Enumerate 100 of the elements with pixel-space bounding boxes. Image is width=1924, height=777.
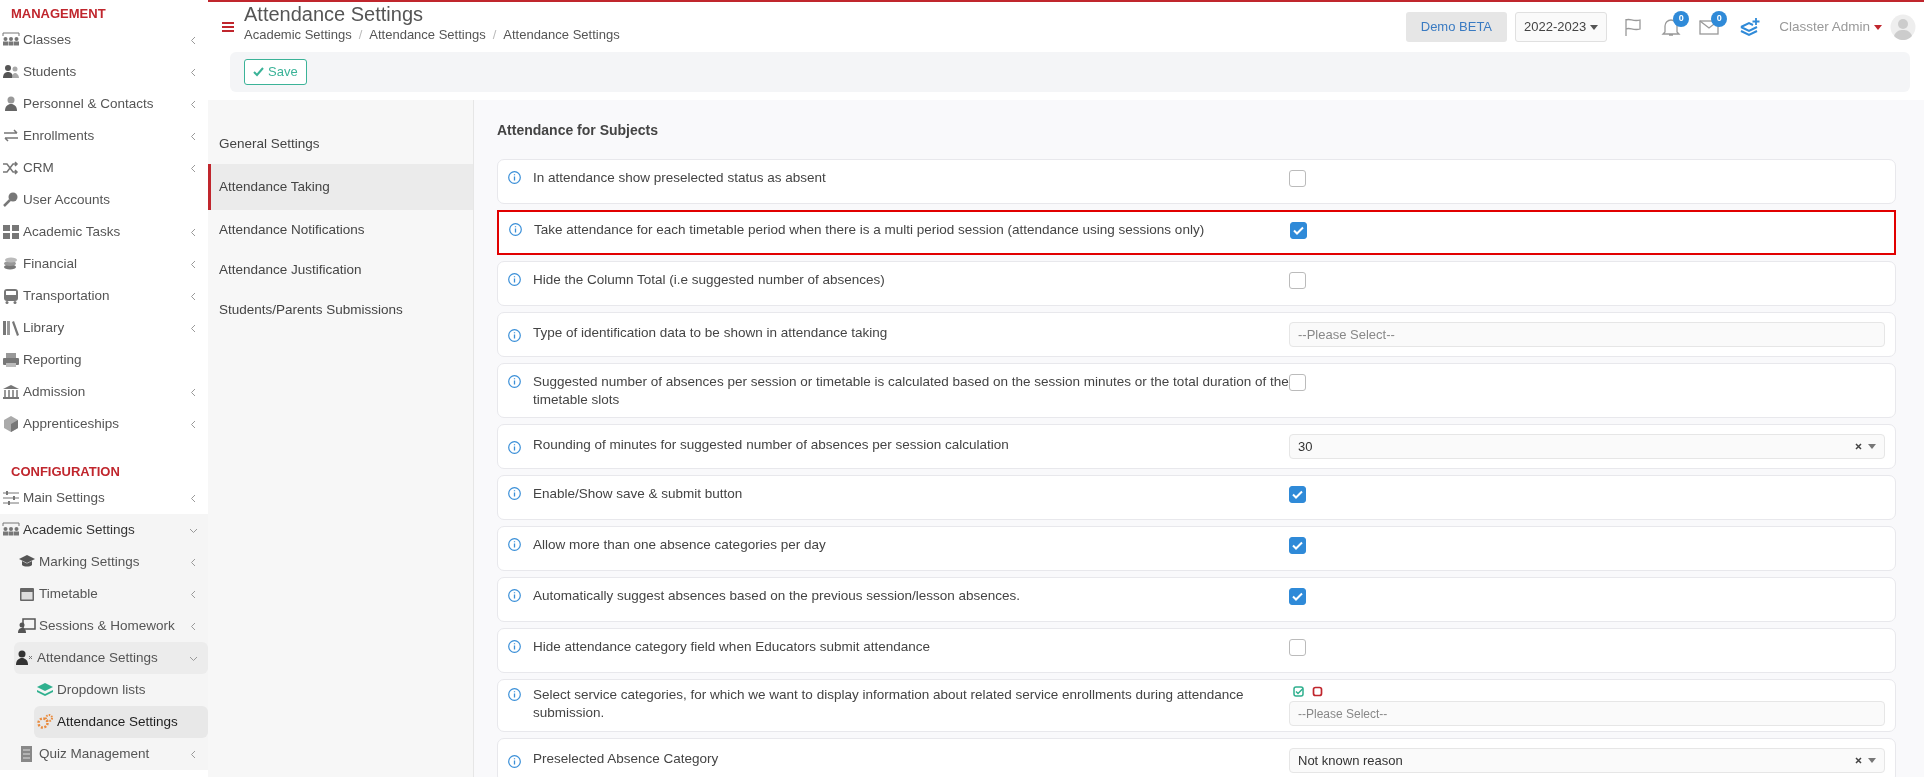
setting-label: Type of identification data to be shown in attendance taking	[532, 323, 889, 342]
sidebar-item[interactable]: Timetable	[0, 578, 208, 610]
info-icon	[508, 589, 521, 603]
setting-label: Take attendance for each timetable period when there is a multi period session (attendance using sessions only)	[533, 221, 1206, 239]
settings-tab[interactable]: Attendance Notifications	[208, 210, 473, 250]
flag-icon[interactable]	[1623, 17, 1644, 37]
chevron-left-icon	[189, 99, 198, 109]
sidebar-item[interactable]: Main Settings	[0, 482, 208, 514]
breadcrumb-item[interactable]: Academic Settings	[244, 25, 352, 45]
sidebar-item[interactable]: User Accounts	[0, 184, 208, 216]
layers-icon	[36, 681, 54, 699]
sidebar-item[interactable]: Enrollments	[0, 120, 208, 152]
checkbox[interactable]	[1289, 486, 1306, 504]
checkbox[interactable]	[1289, 170, 1306, 187]
section-heading: Attendance for Subjects	[497, 121, 660, 140]
demo-button[interactable]: Demo BETA	[1405, 12, 1508, 42]
person-icon	[2, 95, 20, 113]
check-icon	[1292, 490, 1303, 500]
chevron-left-icon	[189, 387, 198, 397]
select-all-icon[interactable]	[1293, 686, 1304, 698]
printer-icon	[2, 351, 20, 369]
shuffle-icon	[2, 159, 20, 177]
count-badge: 0	[1673, 10, 1690, 27]
sidebar-item[interactable]: CRM	[0, 152, 208, 184]
settings-tab[interactable]: General Settings	[208, 124, 473, 164]
settings-tab[interactable]: Attendance Justification	[208, 250, 473, 290]
info-icon	[508, 640, 521, 654]
menu-icon[interactable]	[222, 21, 234, 33]
breadcrumb-item[interactable]: Attendance Settings	[503, 25, 620, 45]
sidebar-item[interactable]: Quiz Management	[0, 738, 208, 770]
people-group-icon	[2, 521, 20, 539]
user-x-icon	[16, 649, 34, 667]
info-icon	[508, 538, 521, 552]
setting-label: Rounding of minutes for suggested number of absences per session calculation	[532, 435, 1010, 454]
setting-label: Allow more than one absence categories per day	[532, 536, 827, 554]
sidebar-item[interactable]: Classes	[0, 24, 208, 56]
settings-tab[interactable]: Students/Parents Submissions	[208, 290, 473, 330]
info-icon	[508, 171, 521, 184]
chevron-left-icon	[189, 749, 198, 759]
setting-label: Hide attendance category field when Educators submit attendance	[532, 638, 931, 656]
chevron-left-icon	[189, 35, 198, 45]
calendar-icon	[18, 585, 36, 603]
sidebar-item[interactable]: Personnel & Contacts	[0, 88, 208, 120]
checkbox[interactable]	[1290, 222, 1307, 239]
gears-icon	[36, 713, 54, 731]
sidebar-item[interactable]: Attendance Settings	[14, 642, 208, 674]
bank-icon	[2, 383, 20, 401]
sidebar-item[interactable]: Marking Settings	[0, 546, 208, 578]
checkbox[interactable]	[1289, 588, 1306, 606]
bell-icon[interactable]	[1661, 17, 1682, 38]
chevron-left-icon	[189, 557, 198, 567]
year-dropdown[interactable]: 2022-2023	[1515, 12, 1608, 42]
checkbox[interactable]	[1289, 639, 1306, 657]
users-icon	[2, 63, 20, 81]
setting-label: Select service categories, for which we want to display information about related service enrollments during attendance submission.	[532, 686, 1245, 722]
check-icon	[253, 67, 264, 77]
select-field[interactable]: Not known reason	[1289, 748, 1885, 774]
deselect-all-icon[interactable]	[1312, 686, 1323, 698]
sidebar-item[interactable]: Transportation	[0, 280, 208, 312]
chevron-left-icon	[189, 291, 198, 301]
avatar-icon	[1890, 14, 1916, 40]
select-field[interactable]: 30	[1289, 434, 1885, 460]
settings-tab[interactable]: Attendance Taking	[208, 164, 473, 210]
chevron-left-icon	[189, 419, 198, 429]
count-badge: 0	[1711, 10, 1728, 27]
checkbox[interactable]	[1289, 374, 1306, 391]
sidebar-item[interactable]: Financial	[0, 248, 208, 280]
setting-label: Enable/Show save & submit button	[532, 485, 744, 503]
sliders-icon	[2, 489, 20, 507]
bus-icon	[2, 287, 20, 305]
check-icon	[1292, 592, 1303, 602]
setting-label: Suggested number of absences per session or timetable is calculated based on the session minutes or the total duration of the timetable slots	[532, 373, 1289, 409]
sidebar-item[interactable]: Attendance Settings	[34, 706, 208, 738]
setting-label: In attendance show preselected status as absent	[532, 169, 827, 187]
check-icon	[1293, 226, 1304, 235]
chevron-left-icon	[189, 227, 198, 237]
checkbox[interactable]	[1289, 537, 1306, 555]
multiselect-field[interactable]: --Please Select--	[1289, 701, 1885, 727]
sidebar-item[interactable]: Sessions & Homework	[0, 610, 208, 642]
chevron-left-icon	[189, 259, 198, 269]
breadcrumb-item[interactable]: Attendance Settings	[369, 25, 486, 45]
clear-icon	[1855, 757, 1862, 765]
sidebar-item[interactable]: Admission	[0, 376, 208, 408]
sidebar-item[interactable]: Reporting	[0, 344, 208, 376]
sidebar-item[interactable]: Academic Settings	[0, 514, 208, 546]
sidebar-item[interactable]: Apprenticeships	[0, 408, 208, 440]
clear-icon	[1855, 443, 1862, 451]
sidebar-item[interactable]: Students	[0, 56, 208, 88]
breadcrumb-separator: /	[358, 26, 363, 45]
info-icon	[508, 755, 521, 769]
sidebar-item[interactable]: Academic Tasks	[0, 216, 208, 248]
info-icon	[508, 273, 521, 286]
sidebar-item[interactable]: Dropdown lists	[34, 674, 208, 706]
sidebar-item[interactable]: Library	[0, 312, 208, 344]
select-field[interactable]: --Please Select--	[1289, 322, 1885, 347]
section-heading: CONFIGURATION	[10, 463, 121, 481]
people-group-icon	[2, 31, 20, 49]
envelope-icon[interactable]	[1699, 17, 1720, 38]
checkbox[interactable]	[1289, 272, 1306, 289]
layers-plus-icon[interactable]	[1739, 17, 1762, 37]
